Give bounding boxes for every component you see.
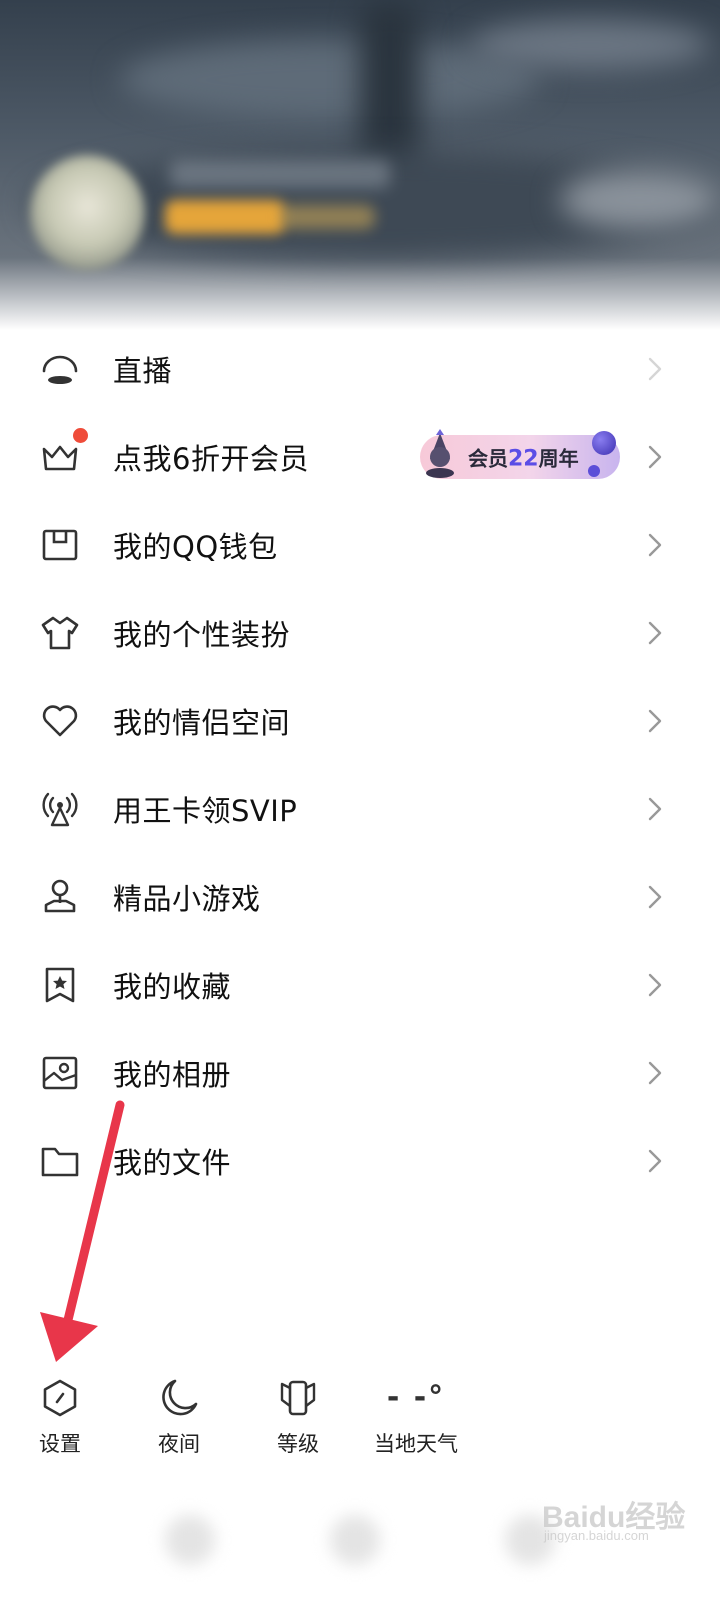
night-mode-button[interactable]: 夜间 (124, 1370, 234, 1480)
moon-icon (157, 1376, 201, 1420)
vip-anniversary-banner[interactable]: 会员22周年 (420, 429, 620, 479)
crown-icon (40, 437, 80, 477)
night-mode-label: 夜间 (158, 1432, 200, 1456)
chevron-right-icon (645, 971, 665, 999)
game-icon (40, 877, 80, 917)
folder-icon (40, 1141, 80, 1181)
menu-item-label: 精品小游戏 (113, 882, 261, 916)
menu-item-album[interactable]: 我的相册 (0, 1029, 720, 1117)
menu-item-live[interactable]: 直播 (0, 325, 720, 413)
heart-icon (40, 701, 80, 741)
wallet-icon (40, 525, 80, 565)
baidu-watermark: Baidu经验 jingyan.baidu.com (542, 1492, 712, 1552)
chevron-right-icon (645, 707, 665, 735)
weather-button[interactable]: - -° 当地天气 (361, 1370, 471, 1480)
settings-button[interactable]: 设置 (5, 1370, 115, 1480)
settings-hexagon-icon (38, 1376, 82, 1420)
menu-item-label: 我的QQ钱包 (113, 530, 278, 564)
menu-item-label: 我的个性装扮 (113, 618, 291, 652)
header-blur-shape (560, 170, 720, 230)
level-button[interactable]: 等级 (243, 1370, 353, 1480)
live-icon (40, 349, 80, 389)
header-blur-shape (470, 20, 710, 70)
profile-header[interactable] (0, 0, 720, 330)
drawer-menu: 直播 点我6折开会员 会员22周年 我的QQ钱包 我的个性装扮 我的情侣空间 用… (0, 325, 720, 1205)
menu-item-wallet[interactable]: 我的QQ钱包 (0, 501, 720, 589)
watermark-url: jingyan.baidu.com (544, 1528, 649, 1543)
bookmark-star-icon (40, 965, 80, 1005)
menu-item-king-card-svip[interactable]: 用王卡领SVIP (0, 765, 720, 853)
blurred-level-badge (280, 205, 375, 229)
menu-item-label: 我的情侣空间 (113, 706, 291, 740)
nav-tab[interactable] (165, 1515, 215, 1565)
menu-item-files[interactable]: 我的文件 (0, 1117, 720, 1205)
decor-orb (592, 431, 616, 455)
signal-tower-icon (40, 789, 80, 829)
blurred-nickname (170, 160, 390, 188)
chevron-right-icon (645, 443, 665, 471)
avatar[interactable] (30, 155, 145, 270)
nav-tab[interactable] (330, 1515, 380, 1565)
menu-item-label: 直播 (113, 354, 173, 388)
chevron-right-icon (645, 619, 665, 647)
menu-item-couple-space[interactable]: 我的情侣空间 (0, 677, 720, 765)
menu-item-favorites[interactable]: 我的收藏 (0, 941, 720, 1029)
chevron-right-icon (645, 1147, 665, 1175)
level-badge-icon (276, 1376, 320, 1420)
mascot-icon (426, 429, 454, 478)
settings-label: 设置 (39, 1432, 81, 1456)
decor-orb (588, 465, 600, 477)
notification-dot (73, 428, 88, 443)
chevron-right-icon (645, 883, 665, 911)
chevron-right-icon (645, 795, 665, 823)
menu-item-theme[interactable]: 我的个性装扮 (0, 589, 720, 677)
menu-item-vip[interactable]: 点我6折开会员 会员22周年 (0, 413, 720, 501)
shirt-icon (40, 613, 80, 653)
menu-item-label: 点我6折开会员 (113, 442, 309, 476)
weather-temperature: - -° (386, 1380, 446, 1415)
blurred-vip-badge (165, 200, 285, 234)
menu-item-label: 用王卡领SVIP (113, 794, 298, 828)
menu-item-label: 我的相册 (113, 1058, 232, 1092)
menu-item-label: 我的文件 (113, 1146, 232, 1180)
menu-item-mini-games[interactable]: 精品小游戏 (0, 853, 720, 941)
chevron-right-icon (645, 355, 665, 383)
menu-item-label: 我的收藏 (113, 970, 232, 1004)
vip-promo-text: 会员22周年 (468, 446, 579, 472)
photo-album-icon (40, 1053, 80, 1093)
level-label: 等级 (277, 1432, 319, 1456)
bottom-toolbar: 设置 夜间 等级 - -° 当地天气 (0, 1370, 720, 1480)
chevron-right-icon (645, 1059, 665, 1087)
chevron-right-icon (645, 531, 665, 559)
weather-label: 当地天气 (374, 1432, 458, 1456)
